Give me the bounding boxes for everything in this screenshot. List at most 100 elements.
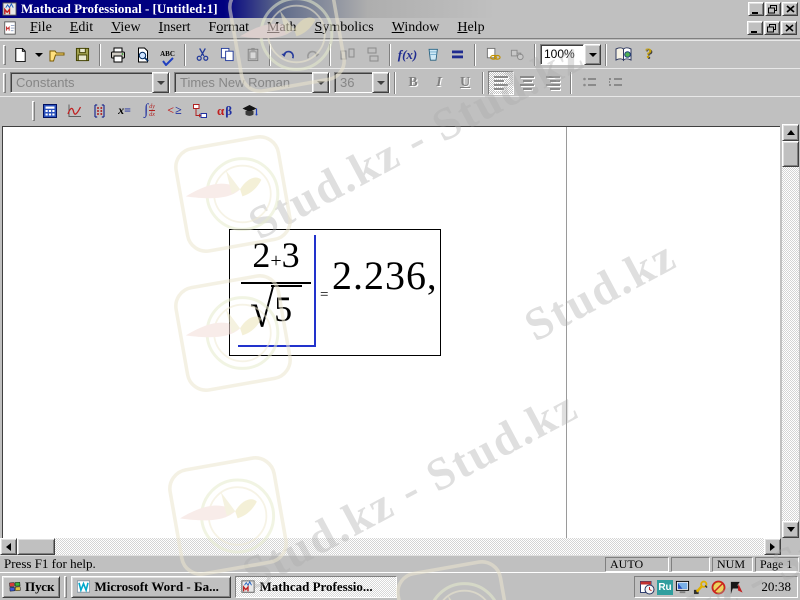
restore-icon[interactable] bbox=[765, 2, 781, 16]
document-icon[interactable] bbox=[3, 21, 17, 35]
italic-button[interactable]: I bbox=[426, 71, 452, 95]
check-spelling-icon[interactable]: ABC bbox=[155, 43, 180, 67]
mathcad-task-icon bbox=[241, 579, 256, 594]
redo-icon[interactable] bbox=[300, 43, 325, 67]
greek-palette-icon[interactable]: αβ bbox=[212, 99, 237, 122]
minimize-icon[interactable] bbox=[748, 2, 764, 16]
child-restore-icon[interactable] bbox=[764, 21, 780, 35]
help-icon[interactable]: ? bbox=[636, 43, 661, 67]
scroll-down-icon[interactable] bbox=[782, 521, 799, 538]
align-down-icon[interactable] bbox=[360, 43, 385, 67]
zoom-dropdown-icon[interactable] bbox=[584, 44, 601, 65]
scheduler-icon[interactable] bbox=[639, 579, 656, 595]
scroll-right-icon[interactable] bbox=[764, 538, 781, 555]
font-size-combobox[interactable]: 36 bbox=[334, 72, 390, 93]
menu-math[interactable]: Math bbox=[258, 19, 306, 38]
horizontal-scrollbar[interactable] bbox=[0, 538, 781, 555]
format-toolbar: Constants Times New Roman 36 B I U bbox=[0, 68, 800, 96]
insert-function-icon[interactable]: f(x) bbox=[395, 43, 420, 67]
evaluation-palette-icon[interactable]: x= bbox=[112, 99, 137, 122]
bullet-list-icon[interactable] bbox=[576, 71, 602, 95]
programming-palette-icon[interactable] bbox=[187, 99, 212, 122]
align-across-icon[interactable] bbox=[335, 43, 360, 67]
toolbar-grip[interactable] bbox=[3, 72, 6, 93]
zoom-value[interactable]: 100% bbox=[540, 44, 584, 65]
volume-mute-icon[interactable] bbox=[710, 579, 727, 595]
font-combobox[interactable]: Times New Roman bbox=[174, 72, 330, 93]
font-size-dropdown-icon[interactable] bbox=[372, 72, 389, 93]
start-button[interactable]: Пуск bbox=[2, 575, 61, 598]
insert-component-icon[interactable] bbox=[505, 43, 530, 67]
save-icon[interactable] bbox=[70, 43, 95, 67]
numerator[interactable]: 2+3 bbox=[238, 235, 314, 281]
symbolic-palette-icon[interactable] bbox=[237, 99, 262, 122]
menu-symbolics[interactable]: Symbolics bbox=[306, 19, 383, 38]
bold-button[interactable]: B bbox=[400, 71, 426, 95]
insert-unit-icon[interactable] bbox=[420, 43, 445, 67]
cut-icon[interactable] bbox=[190, 43, 215, 67]
status-message: Press F1 for help. bbox=[4, 556, 96, 571]
toolbar-separator bbox=[269, 43, 271, 66]
menu-file[interactable]: File bbox=[21, 19, 61, 38]
menu-window[interactable]: Window bbox=[383, 19, 449, 38]
math-region[interactable]: 2+3 √ 5 = 2.236, bbox=[229, 229, 441, 356]
menu-format[interactable]: Format bbox=[200, 19, 258, 38]
print-preview-icon[interactable] bbox=[130, 43, 155, 67]
menu-insert[interactable]: Insert bbox=[150, 19, 200, 38]
font-value: Times New Roman bbox=[180, 75, 291, 90]
keyboard-language-indicator[interactable]: Ru bbox=[657, 579, 673, 595]
calculus-palette-icon[interactable]: ∫ dy dx bbox=[137, 99, 162, 122]
style-dropdown-icon[interactable] bbox=[152, 72, 169, 93]
fraction-expression[interactable]: 2+3 √ 5 bbox=[238, 235, 316, 347]
system-tools-icon[interactable] bbox=[692, 579, 709, 595]
open-icon[interactable] bbox=[45, 43, 70, 67]
menu-edit[interactable]: Edit bbox=[61, 19, 102, 38]
scroll-left-icon[interactable] bbox=[0, 538, 17, 555]
resource-center-icon[interactable] bbox=[611, 43, 636, 67]
scrollbar-corner bbox=[782, 538, 799, 555]
boolean-palette-icon[interactable]: < ≥ bbox=[162, 99, 187, 122]
toolbar-grip[interactable] bbox=[32, 100, 35, 121]
paste-icon[interactable] bbox=[240, 43, 265, 67]
child-window-controls bbox=[747, 21, 797, 35]
display-settings-icon[interactable] bbox=[674, 579, 691, 595]
close-icon[interactable] bbox=[782, 2, 798, 16]
clock: 20:38 bbox=[761, 579, 791, 594]
calculate-icon[interactable] bbox=[445, 43, 470, 67]
align-center-icon[interactable] bbox=[514, 71, 540, 95]
zoom-combobox[interactable]: 100% bbox=[540, 44, 601, 65]
child-close-icon[interactable] bbox=[781, 21, 797, 35]
worksheet-page[interactable]: 2+3 √ 5 = 2.236, bbox=[2, 126, 780, 538]
menu-view[interactable]: View bbox=[102, 19, 150, 38]
toolbar-grip[interactable] bbox=[3, 44, 6, 65]
align-right-icon[interactable] bbox=[540, 71, 566, 95]
font-size-value: 36 bbox=[340, 75, 355, 90]
toolbar-separator bbox=[570, 71, 572, 94]
vertical-scroll-thumb[interactable] bbox=[782, 141, 799, 167]
numbered-list-icon[interactable] bbox=[602, 71, 628, 95]
print-icon[interactable] bbox=[105, 43, 130, 67]
font-dropdown-icon[interactable] bbox=[312, 72, 329, 93]
graph-palette-icon[interactable] bbox=[62, 99, 87, 122]
status-bar: Press F1 for help. AUTO NUM Page 1 bbox=[0, 555, 800, 572]
copy-icon[interactable] bbox=[215, 43, 240, 67]
style-combobox[interactable]: Constants bbox=[10, 72, 170, 93]
scroll-up-icon[interactable] bbox=[782, 124, 799, 141]
square-root[interactable]: √ 5 bbox=[238, 284, 314, 335]
task-microsoft-word[interactable]: Microsoft Word - Ба... bbox=[71, 575, 232, 598]
antivirus-icon[interactable] bbox=[728, 579, 745, 595]
toolbar-separator bbox=[99, 43, 101, 66]
child-minimize-icon[interactable] bbox=[747, 21, 763, 35]
calculator-palette-icon[interactable] bbox=[37, 99, 62, 122]
insert-hyperlink-icon[interactable] bbox=[480, 43, 505, 67]
vertical-scrollbar[interactable] bbox=[782, 124, 799, 538]
menu-help[interactable]: Help bbox=[448, 19, 493, 38]
align-left-icon[interactable] bbox=[488, 70, 514, 95]
underline-button[interactable]: U bbox=[452, 71, 478, 95]
task-mathcad[interactable]: Mathcad Professio... bbox=[235, 575, 398, 598]
new-icon[interactable] bbox=[8, 43, 33, 67]
new-dropdown-icon[interactable] bbox=[33, 43, 45, 67]
undo-icon[interactable] bbox=[275, 43, 300, 67]
horizontal-scroll-thumb[interactable] bbox=[17, 538, 55, 555]
matrix-palette-icon[interactable] bbox=[87, 99, 112, 122]
